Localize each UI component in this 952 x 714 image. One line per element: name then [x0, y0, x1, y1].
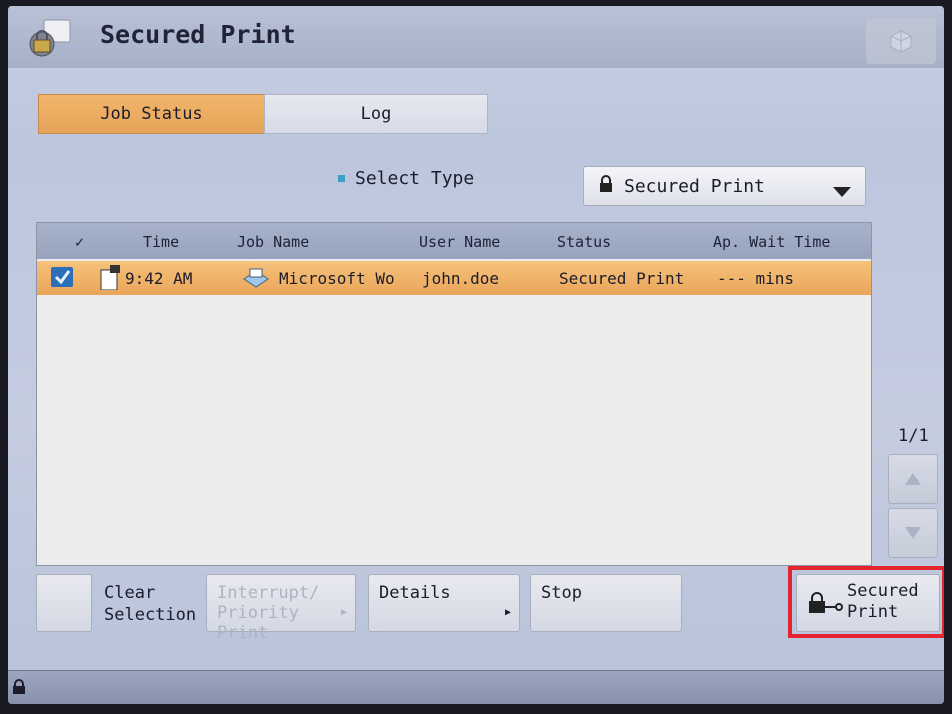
dropdown-selected-value: Secured Print: [624, 175, 765, 197]
secured-print-button-highlight: Secured Print: [788, 566, 944, 638]
select-type-label: Select Type: [338, 168, 474, 189]
secured-print-key-icon: [807, 591, 843, 619]
job-table: ✓ Time Job Name User Name Status Ap. Wai…: [36, 222, 872, 566]
row-user-name: john.doe: [422, 269, 500, 288]
print-job-icon: [241, 265, 271, 293]
status-footer: [8, 670, 944, 704]
row-job-name: Microsoft Wo: [279, 269, 395, 288]
chevron-right-icon: ▶: [340, 607, 347, 618]
column-time: Time: [143, 233, 180, 251]
settings-corner-button[interactable]: [866, 18, 936, 64]
printer-screen: Secured Print Job Status Log Select Type…: [8, 6, 944, 704]
interrupt-line-1: Interrupt/: [217, 583, 320, 603]
secured-print-label: Secured Print: [847, 581, 919, 623]
interrupt-priority-print-button[interactable]: Interrupt/ Priority Print ▶: [206, 574, 356, 643]
arrow-up-icon: [905, 473, 921, 485]
stop-label: Stop: [541, 583, 582, 603]
clear-selection-label: Clear Selection: [104, 582, 196, 626]
interrupt-line-2: Priority Print: [217, 603, 299, 643]
column-job-name: Job Name: [237, 233, 310, 251]
arrow-down-icon: [905, 527, 921, 539]
table-header: ✓ Time Job Name User Name Status Ap. Wai…: [37, 223, 871, 259]
select-type-text: Select Type: [355, 168, 475, 189]
row-status: Secured Print: [559, 269, 685, 288]
column-check: ✓: [75, 233, 85, 251]
secured-document-icon: [99, 264, 123, 294]
tab-log[interactable]: Log: [264, 94, 488, 134]
column-status: Status: [557, 233, 612, 251]
lock-icon: [12, 679, 26, 699]
table-row[interactable]: 9:42 AM Microsoft Wo john.doe Secured Pr…: [37, 261, 871, 295]
selected-check-icon: [51, 265, 75, 293]
secured-print-lock-icon: [26, 18, 74, 58]
column-wait-time: Ap. Wait Time: [713, 233, 831, 251]
cube-icon: [890, 30, 912, 53]
scroll-up-button[interactable]: [888, 454, 938, 504]
scroll-down-button[interactable]: [888, 508, 938, 558]
clear-selection-line-2: Selection: [104, 605, 197, 625]
clear-selection-line-1: Clear: [104, 583, 156, 603]
details-label: Details: [379, 583, 451, 603]
tab-bar: Job Status Log: [38, 94, 488, 134]
page-title: Secured Print: [100, 20, 296, 49]
stop-button[interactable]: Stop: [530, 574, 682, 632]
row-time: 9:42 AM: [125, 269, 193, 288]
type-dropdown[interactable]: Secured Print: [583, 166, 866, 206]
tab-job-status[interactable]: Job Status: [38, 94, 265, 134]
chevron-right-icon: ▶: [504, 607, 511, 618]
secured-line-1: Secured: [847, 581, 919, 601]
details-button[interactable]: Details ▶: [368, 574, 520, 632]
page-indicator: 1/1: [898, 426, 929, 446]
secured-print-button[interactable]: Secured Print: [796, 574, 940, 632]
lock-icon: [598, 174, 614, 198]
chevron-down-icon: [833, 181, 851, 202]
title-bar: Secured Print: [8, 6, 944, 68]
column-user-name: User Name: [419, 233, 501, 251]
bullet-icon: [338, 175, 345, 182]
clear-selection-button[interactable]: [36, 574, 92, 632]
row-wait-time: --- mins: [717, 269, 795, 288]
interrupt-priority-label: Interrupt/ Priority Print: [217, 583, 355, 643]
secured-line-2: Print: [847, 602, 899, 622]
